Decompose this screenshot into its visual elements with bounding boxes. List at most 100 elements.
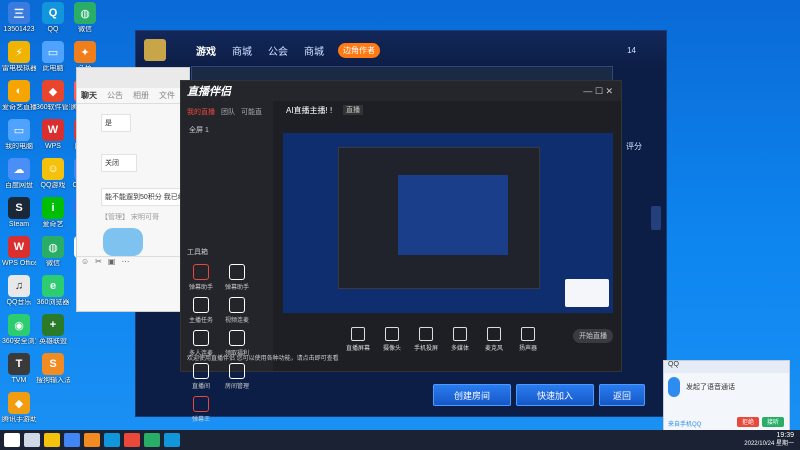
chrome-icon[interactable] [64,433,80,447]
chat-tab-3[interactable]: 文件 [159,90,175,101]
desktop-shortcut[interactable]: ◉ 360安全浏览器 [2,314,36,353]
tool-icon [193,264,209,280]
tool-item[interactable]: 直播间 [183,363,219,390]
scene-item[interactable]: 全屏 1 [181,123,273,137]
chat-tab-1[interactable]: 公告 [107,90,123,101]
stream-icon[interactable] [124,433,140,447]
window-controls[interactable]: — ☐ ✕ [583,86,613,97]
tool-icon [193,330,209,346]
chat-tab-0[interactable]: 聊天 [81,90,97,101]
chat-tab-2[interactable]: 相册 [133,90,149,101]
stream-toolbar-button[interactable]: 麦克风 [477,327,511,352]
chat-message-list: 是 关闭 能不能遛到50积分 我已经推荐刷 【管理】 宋明可哥 [77,104,189,260]
taskbar-time[interactable]: 19:39 [744,432,794,440]
tool-item[interactable]: 弹幕助手 [219,264,255,291]
stream-toolbar-button[interactable]: 手机投屏 [409,327,443,352]
tool-item[interactable]: 视频连麦 [219,297,255,324]
tools-grid: 弹幕助手 弹幕助手 主播任务 视频连麦 多人连麦 领取福利 直播间 房间管理 弹幕王 [181,261,273,426]
shortcut-icon: ✦ [74,41,96,63]
stream-toolbar-button[interactable]: 扬声器 [511,327,545,352]
stream-notice: 欢迎使用直播伴侣 您可以使用各种功能，请点击即可查看 [187,356,339,362]
desktop-shortcut[interactable]: ☁ 百度网盘 [2,158,36,197]
desktop-shortcut[interactable]: 三 13501423 [2,2,36,41]
chat-message: 能不能遛到50积分 我已经推荐刷 [101,188,185,206]
start-icon[interactable] [4,433,20,447]
tool-icon [229,363,245,379]
scissors-icon[interactable]: ✂ [95,257,102,269]
qq-icon[interactable] [164,433,180,447]
desktop-shortcut[interactable]: ◍ 微信 [36,236,70,275]
stream-tab-1[interactable]: 团队 [221,107,235,117]
stream-toolbar-button[interactable]: 摄像头 [375,327,409,352]
stream-tab-2[interactable]: 可能直 [241,107,262,117]
desktop-shortcut[interactable]: T TVM [2,353,36,392]
search-icon[interactable] [24,433,40,447]
room-title: AI直播主播! ! [286,106,333,115]
desktop-shortcut[interactable]: W WPS [36,119,70,158]
tool-item[interactable]: 主播任务 [183,297,219,324]
desktop-shortcut[interactable]: ◐ 爱奇艺直播 [2,80,36,119]
more-icon[interactable]: ⋯ [121,257,129,269]
desktop-shortcut[interactable]: ◍ 微信 [68,2,102,41]
start-stream-button[interactable]: 开始直播 [573,329,613,343]
game-side-arrow[interactable] [651,206,661,230]
shortcut-label: QQ游戏 [40,182,66,189]
game-nav-item-1[interactable]: 商城 [232,43,252,58]
desktop-shortcut[interactable]: e 360浏览器 [36,275,70,314]
decline-button[interactable]: 拒绝 [737,417,759,427]
shortcut-label: 13501423 [3,26,35,33]
desktop-shortcut[interactable]: + 英雄联盟 [36,314,70,353]
shortcut-label: Steam [8,221,30,228]
emoji-icon[interactable]: ☺ [81,257,89,269]
back-button[interactable]: 返回 [599,384,645,406]
desktop-shortcut[interactable]: W WPS Office [2,236,36,275]
tool-item[interactable]: 弹幕王 [183,396,219,423]
create-room-button[interactable]: 创建房间 [433,384,511,406]
desktop-shortcut[interactable]: ◆ 360软件管家 [36,80,70,119]
explorer-icon[interactable] [44,433,60,447]
desktop-shortcut[interactable]: S Steam [2,197,36,236]
shortcut-label: 360软件管家 [36,104,70,111]
desktop-shortcut[interactable]: S 搜狗输入法 [36,353,70,392]
image-icon[interactable]: ▣ [108,257,116,269]
desktop-shortcut[interactable]: ▭ 此电脑 [36,41,70,80]
tool-icon [229,330,245,346]
tool-item[interactable]: 房间管理 [219,363,255,390]
shortcut-icon: ♫ [8,275,30,297]
app-icon[interactable] [104,433,120,447]
tool-label: 弹幕王 [191,417,210,423]
stream-toolbar-button[interactable]: 多媒体 [443,327,477,352]
desktop-shortcut[interactable]: Q QQ [36,2,70,41]
media-icon[interactable] [144,433,160,447]
shortcut-label: 搜狗输入法 [36,377,70,384]
game-nav-item-0[interactable]: 游戏 [196,43,216,58]
desktop-shortcut[interactable]: ◆ 腾讯手游助手 [2,392,36,431]
desktop-column-1: 三 13501423 ⚡ 雷电模拟器9 ◐ 爱奇艺直播 ▭ 我的电脑 ☁ 百度网盘 S Steam WW… [2,2,36,431]
room-tag[interactable]: 直播 [343,105,363,115]
stream-toolbar-button[interactable]: 直播屏幕 [341,327,375,352]
game-icon[interactable] [84,433,100,447]
accept-button[interactable]: 接听 [762,417,784,427]
shortcut-icon: 三 [8,2,30,24]
quick-join-button[interactable]: 快速加入 [516,384,594,406]
tool-item[interactable]: 弹幕助手 [183,264,219,291]
game-nav-item-3[interactable]: 商城 [304,43,324,58]
toolbar-label: 多媒体 [450,346,469,352]
chat-message: 是 [101,114,131,132]
desktop-shortcut[interactable]: ▭ 我的电脑 [2,119,36,158]
shortcut-icon: S [8,197,30,219]
desktop-shortcut[interactable]: ☺ QQ游戏 [36,158,70,197]
shortcut-label: 雷电模拟器9 [2,65,36,72]
shortcut-icon: W [8,236,30,258]
shortcut-icon: ◆ [42,80,64,102]
desktop-shortcut[interactable]: ♫ QQ音乐 [2,275,36,314]
taskbar-icons [0,433,180,447]
game-banner-badge[interactable]: 边角作者 [338,42,380,58]
desktop-shortcut[interactable]: i 爱奇艺 [36,197,70,236]
stream-preview [283,133,613,313]
shortcut-label: 英雄联盟 [39,338,67,345]
desktop-shortcut[interactable]: ⚡ 雷电模拟器9 [2,41,36,80]
game-nav-item-2[interactable]: 公会 [268,43,288,58]
taskbar-date[interactable]: 2022/10/24 星期一 [744,440,794,448]
stream-tab-0[interactable]: 我的直播 [187,107,215,117]
